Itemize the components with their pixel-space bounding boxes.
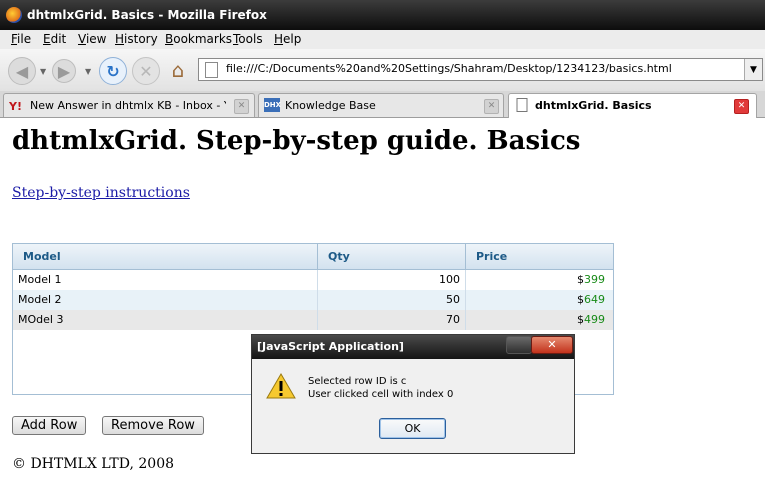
stop-button[interactable]: ✕ (132, 57, 160, 85)
grid-header: Model Qty Price (13, 244, 613, 270)
back-history-dropdown-icon[interactable]: ▼ (40, 67, 46, 76)
menu-history[interactable]: History (115, 32, 158, 46)
cell-model[interactable]: Model 2 (13, 290, 318, 310)
currency-symbol: $ (577, 313, 584, 326)
window-titlebar: dhtmlxGrid. Basics - Mozilla Firefox (0, 0, 765, 30)
forward-button[interactable]: ▶ (52, 59, 76, 83)
navigation-toolbar: ◀ ▼ ▶ ▼ ↻ ✕ ⌂ file:///C:/Documents%20and… (0, 49, 765, 92)
table-row[interactable]: Model 2 50 $649 (13, 290, 613, 310)
cell-price[interactable]: $399 (466, 270, 613, 290)
menu-bookmarks[interactable]: Bookmarks (165, 32, 232, 46)
ok-button[interactable]: OK (379, 418, 446, 439)
menu-file[interactable]: File (11, 32, 31, 46)
tab-knowledge-base[interactable]: DHX Knowledge Base ✕ (258, 93, 504, 117)
tab-bar: Y! New Answer in dhtmlx KB - Inbox - Ya.… (0, 91, 765, 118)
column-header-model[interactable]: Model (13, 244, 318, 269)
table-row[interactable]: Model 1 100 $399 (13, 270, 613, 290)
page-title: dhtmlxGrid. Step-by-step guide. Basics (12, 126, 581, 156)
window-title: dhtmlxGrid. Basics - Mozilla Firefox (27, 8, 267, 22)
yahoo-icon: Y! (9, 100, 22, 112)
column-header-price[interactable]: Price (466, 244, 613, 269)
remove-row-button[interactable]: Remove Row (102, 416, 204, 435)
price-value: 649 (584, 293, 605, 306)
column-header-qty[interactable]: Qty (318, 244, 466, 269)
cell-price[interactable]: $499 (466, 310, 613, 330)
tab-label: Knowledge Base (285, 99, 376, 112)
dialog-message-line-2: User clicked cell with index 0 (308, 389, 454, 400)
price-value: 399 (584, 273, 605, 286)
currency-symbol: $ (577, 273, 584, 286)
menu-help[interactable]: Help (274, 32, 301, 46)
address-bar[interactable]: file:///C:/Documents%20and%20Settings/Sh… (198, 58, 763, 81)
menu-bar: File Edit View History Bookmarks Tools H… (0, 30, 765, 49)
dialog-titlebar: [JavaScript Application] ✕ (252, 335, 574, 359)
home-button[interactable]: ⌂ (165, 57, 191, 83)
footer-copyright: © DHTMLX LTD, 2008 (12, 456, 175, 472)
price-value: 499 (584, 313, 605, 326)
back-arrow-icon: ◀ (15, 61, 29, 81)
forward-history-dropdown-icon[interactable]: ▼ (85, 67, 91, 76)
tab-label: New Answer in dhtmlx KB - Inbox - Ya... (30, 99, 226, 112)
warning-icon (266, 373, 296, 399)
tab-dhtmlxgrid-basics[interactable]: dhtmlxGrid. Basics ✕ (508, 93, 757, 118)
cell-qty[interactable]: 70 (318, 310, 466, 330)
menu-view[interactable]: View (78, 32, 106, 46)
tab-close-icon[interactable]: ✕ (484, 99, 499, 114)
tab-label: dhtmlxGrid. Basics (535, 99, 652, 112)
cell-price[interactable]: $649 (466, 290, 613, 310)
alert-dialog: [JavaScript Application] ✕ Selected row … (251, 334, 575, 454)
tab-close-icon[interactable]: ✕ (234, 99, 249, 114)
cell-qty[interactable]: 100 (318, 270, 466, 290)
currency-symbol: $ (577, 293, 584, 306)
table-row-selected[interactable]: MOdel 3 70 $499 (13, 310, 613, 330)
dialog-minimize-button[interactable] (506, 336, 532, 354)
tab-close-icon[interactable]: ✕ (734, 99, 749, 114)
reload-button[interactable]: ↻ (99, 57, 127, 85)
menu-tools[interactable]: Tools (233, 32, 263, 46)
back-button[interactable]: ◀ (8, 57, 36, 85)
tab-yahoo-inbox[interactable]: Y! New Answer in dhtmlx KB - Inbox - Ya.… (3, 93, 255, 117)
address-dropdown-icon[interactable]: ▼ (744, 59, 762, 80)
instructions-link[interactable]: Step-by-step instructions (12, 185, 190, 201)
cell-model[interactable]: MOdel 3 (13, 310, 318, 330)
svg-text:Y!: Y! (9, 100, 22, 112)
forward-arrow-icon: ▶ (57, 61, 71, 81)
close-icon: ✕ (547, 338, 557, 351)
page-icon (516, 98, 528, 112)
reload-icon: ↻ (106, 61, 120, 81)
dhx-icon: DHX (264, 98, 281, 112)
firefox-icon (6, 7, 22, 23)
menu-edit[interactable]: Edit (43, 32, 66, 46)
page-icon (205, 62, 218, 78)
dialog-close-button[interactable]: ✕ (531, 336, 573, 354)
cell-model[interactable]: Model 1 (13, 270, 318, 290)
stop-icon: ✕ (139, 61, 153, 81)
add-row-button[interactable]: Add Row (12, 416, 87, 435)
cell-qty[interactable]: 50 (318, 290, 466, 310)
dialog-title: [JavaScript Application] (257, 340, 404, 353)
address-url[interactable]: file:///C:/Documents%20and%20Settings/Sh… (226, 62, 672, 75)
home-icon: ⌂ (171, 58, 185, 82)
dialog-message-line-1: Selected row ID is c (308, 376, 407, 387)
